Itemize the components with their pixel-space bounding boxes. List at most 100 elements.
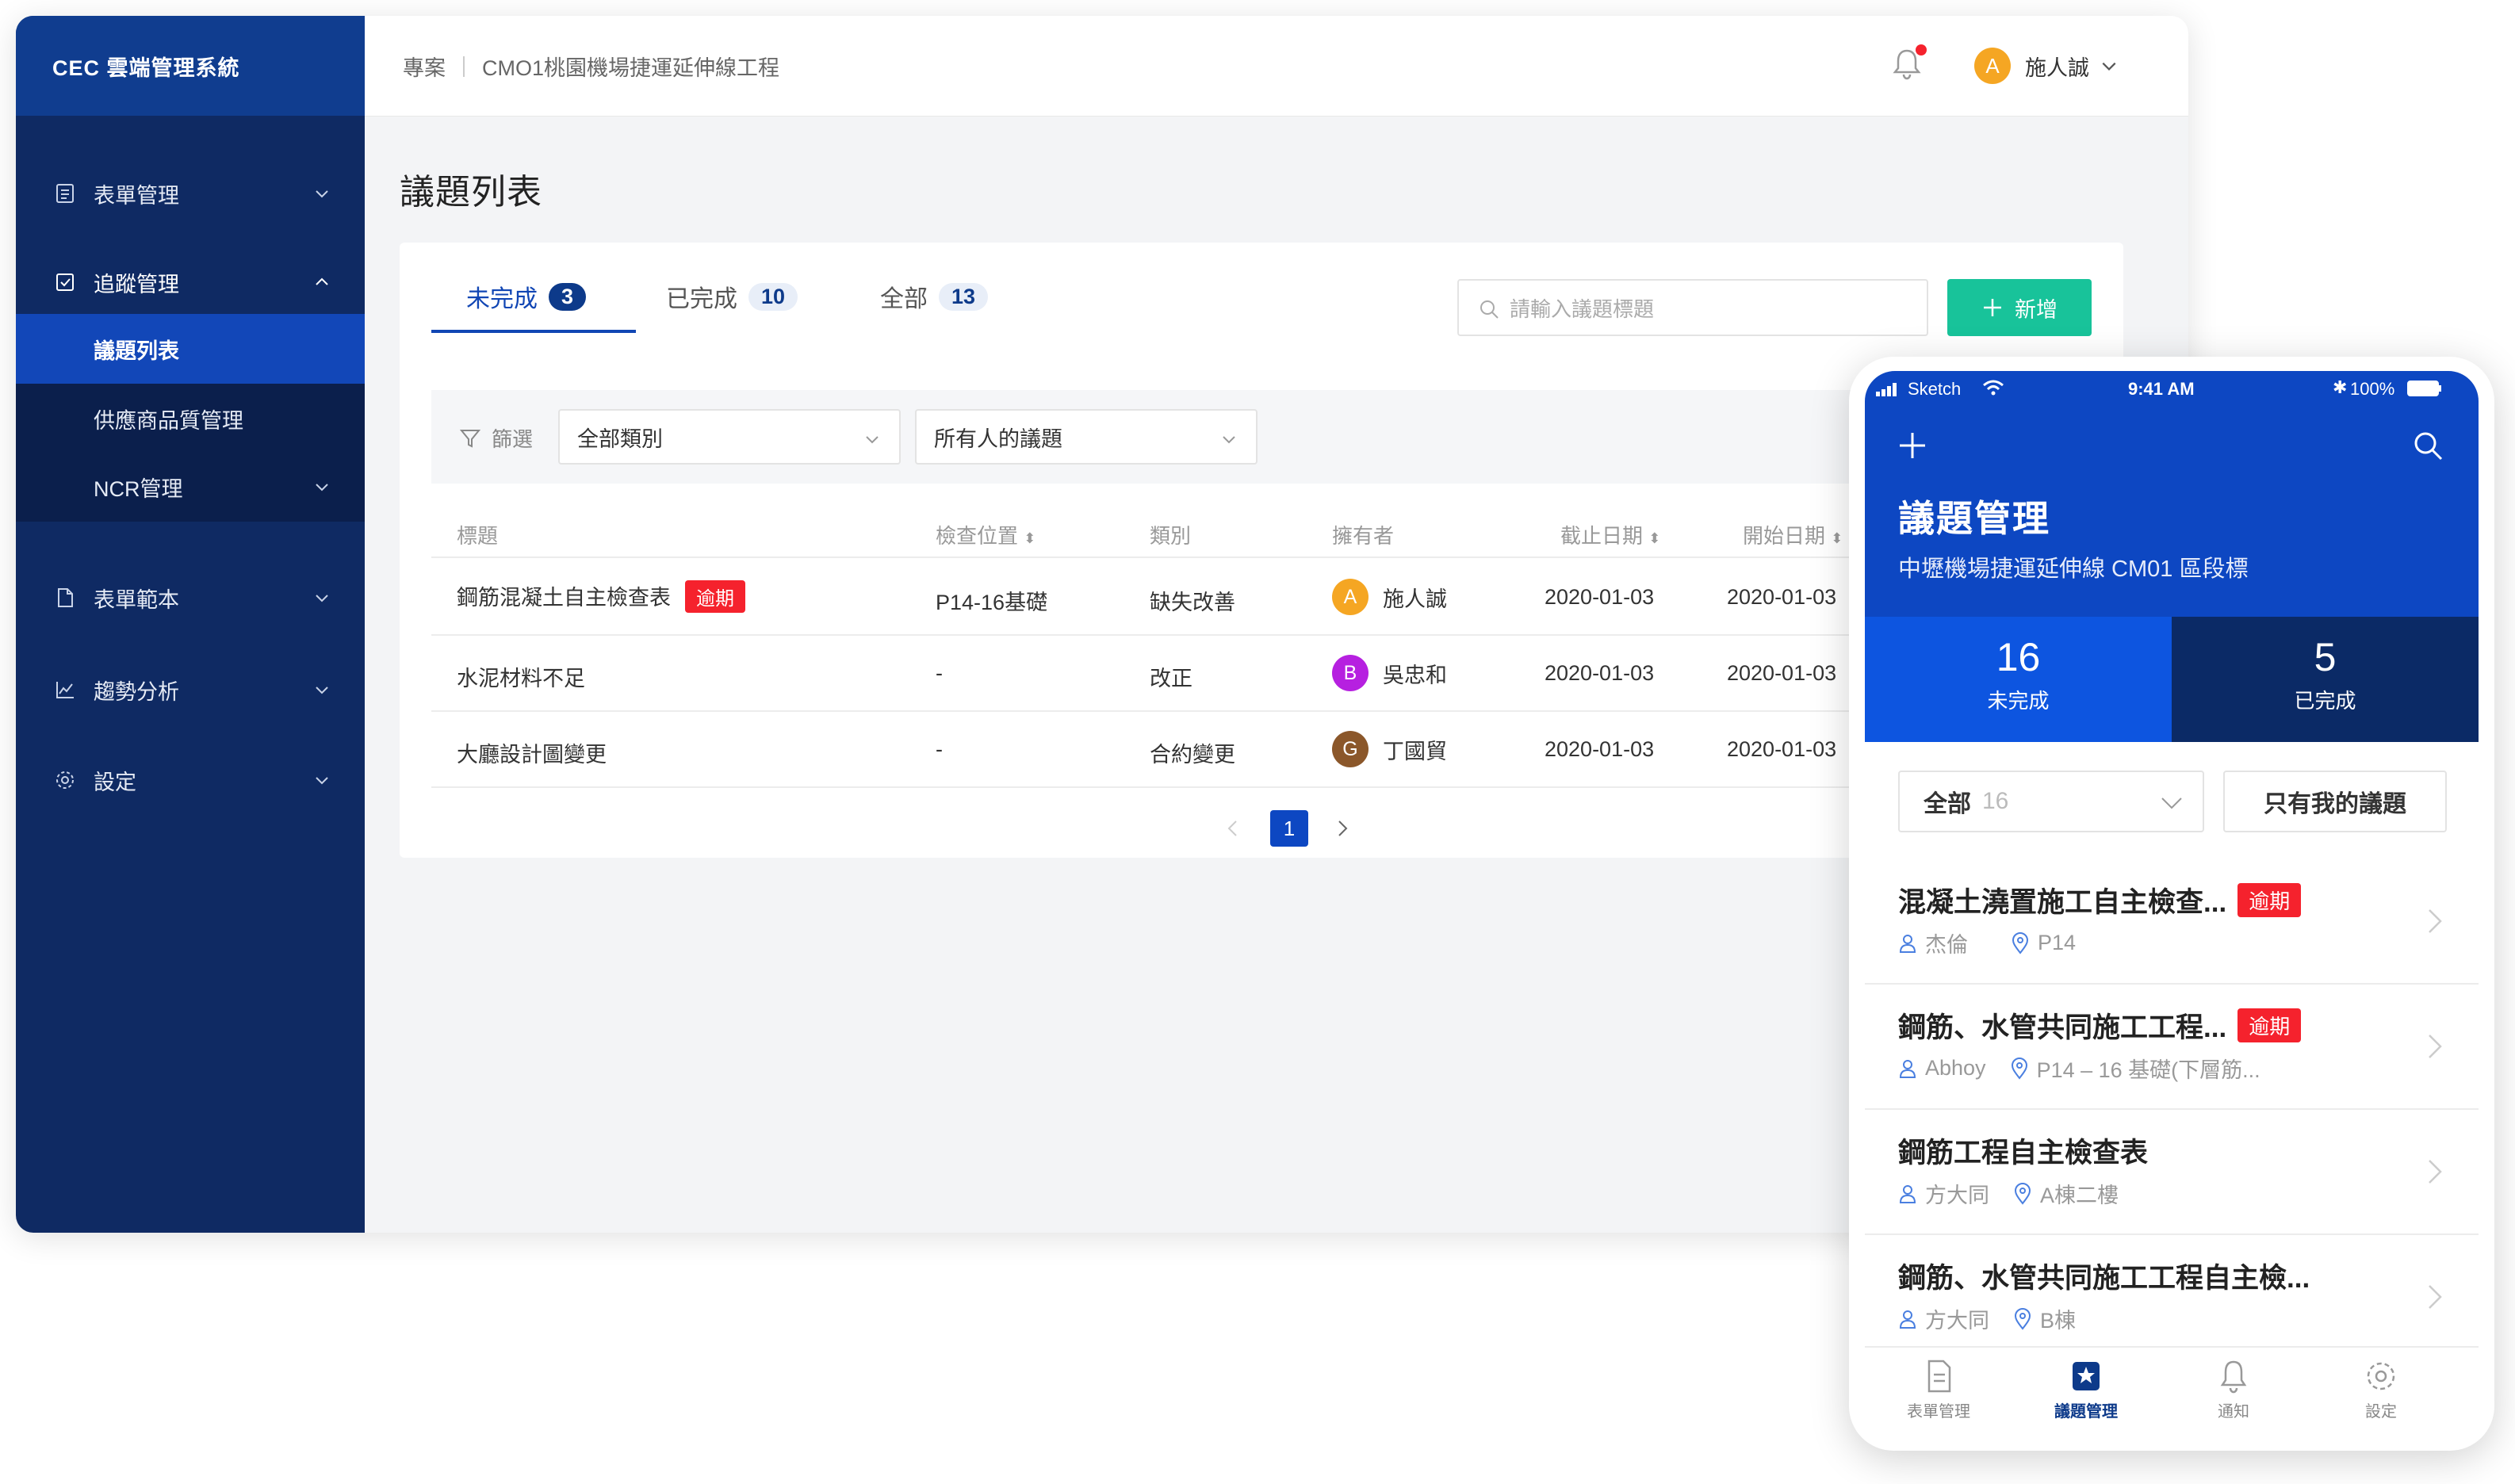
sidebar-item-label: 追蹤管理: [94, 272, 179, 296]
location-pin-icon: [2014, 1182, 2031, 1205]
list-item[interactable]: 混凝土澆置施工自主檢查... 逾期 杰倫 P14: [1865, 859, 2479, 985]
due-date-cell: 2020-01-03: [1545, 661, 1655, 685]
star-badge-icon: [2073, 1362, 2100, 1390]
column-header-location[interactable]: 檢查位置 ⬍: [936, 520, 1035, 549]
list-item-person: 方大同: [1925, 1309, 1989, 1333]
active-tab-indicator: [431, 330, 636, 333]
location-cell: P14-16基礎: [936, 591, 1048, 614]
tabbar-item-settings[interactable]: 設定: [2307, 1359, 2455, 1421]
plus-icon[interactable]: [1897, 430, 1928, 461]
plus-icon: [1984, 299, 2001, 316]
table-row[interactable]: 鋼筋混凝土自主檢查表 逾期 P14-16基礎 缺失改善 A 施人誠 2020-01-…: [431, 560, 2092, 636]
chevron-down-icon: [316, 595, 328, 602]
list-item[interactable]: 鋼筋工程自主檢查表 方大同 A棟二樓: [1865, 1110, 2479, 1235]
filter-label: 篩選: [458, 423, 533, 453]
sidebar-item-trends[interactable]: 趨勢分析: [16, 655, 365, 725]
stat-number: 5: [2314, 635, 2337, 679]
sidebar-item-label: 設定: [94, 770, 136, 794]
chevron-down-icon: [1223, 436, 1235, 444]
location-cell: -: [936, 737, 943, 761]
list-item-person: 方大同: [1925, 1184, 1989, 1207]
filter-label-text: 篩選: [492, 427, 534, 451]
category-select[interactable]: 全部類別: [558, 409, 901, 465]
chevron-right-icon: [2429, 1035, 2442, 1058]
tab-label: 全部: [880, 286, 928, 312]
column-header-category: 類別: [1150, 524, 1192, 548]
list-item-title: 混凝土澆置施工自主檢查... 逾期: [1898, 880, 2302, 920]
add-button[interactable]: 新增: [1947, 279, 2092, 336]
tabbar-item-notifications[interactable]: 通知: [2160, 1359, 2307, 1421]
user-name: 施人誠: [2025, 55, 2089, 80]
search-input[interactable]: 請輸入議題標題: [1457, 279, 1928, 336]
stat-label: 已完成: [2294, 689, 2356, 713]
sidebar-item-label: 趨勢分析: [94, 679, 179, 704]
table-row[interactable]: 大廳設計圖變更 - 合約變更 G 丁國貿 2020-01-03 2020-01-0…: [431, 712, 2092, 788]
list-item-meta: 方大同 B棟: [1898, 1303, 2076, 1334]
sidebar: CEC 雲端管理系統 表單管理 追蹤管理 議題列表 供應商品質管理 NCR管理 …: [16, 16, 365, 1233]
sidebar-subitem-ncr[interactable]: NCR管理: [16, 452, 365, 522]
user-menu[interactable]: A 施人誠: [1974, 48, 2118, 84]
sidebar-subitem-supplier-quality[interactable]: 供應商品質管理: [16, 384, 365, 453]
prev-page-icon[interactable]: [1223, 818, 1243, 839]
breadcrumb-project-link[interactable]: 專案: [403, 51, 446, 82]
page-button-current[interactable]: 1: [1270, 810, 1308, 847]
owner-cell: G 丁國貿: [1332, 731, 1447, 767]
user-icon: [1899, 1184, 1916, 1203]
tabbar-label: 議題管理: [2054, 1403, 2118, 1421]
owner-select-value: 所有人的議題: [934, 426, 1062, 451]
list-item[interactable]: 鋼筋、水管共同施工工程自主檢... 方大同 B棟: [1865, 1235, 2479, 1360]
column-header-title: 標題: [457, 524, 499, 548]
chevron-down-icon: [2161, 797, 2182, 809]
tab-label: 未完成: [466, 286, 538, 312]
list-item[interactable]: 鋼筋、水管共同施工工程... 逾期 Abhoy P14 – 16 基礎(下層筋..…: [1865, 985, 2479, 1110]
due-date-cell: 2020-01-03: [1545, 737, 1655, 761]
sidebar-subitem-issue-list[interactable]: 議題列表: [16, 314, 365, 384]
sort-icon: ⬍: [1024, 530, 1036, 546]
sidebar-item-settings[interactable]: 設定: [16, 745, 365, 815]
issue-title-cell: 鋼筋混凝土自主檢查表 逾期: [457, 580, 745, 613]
column-header-due-date[interactable]: 截止日期 ⬍: [1560, 520, 1660, 549]
sidebar-item-templates[interactable]: 表單範本: [16, 563, 365, 633]
checkbox-icon: [56, 273, 74, 291]
next-page-icon[interactable]: [1332, 818, 1353, 839]
tabbar-item-forms[interactable]: 表單管理: [1865, 1359, 2012, 1421]
tab-completed[interactable]: 已完成 10: [666, 279, 798, 314]
chevron-down-icon: [316, 687, 328, 694]
filter-icon: [459, 429, 481, 448]
owner-cell: B 吳忠和: [1332, 655, 1447, 691]
signal-icon: [1876, 383, 1897, 396]
category-cell: 合約變更: [1150, 743, 1235, 767]
mobile-page-subtitle: 中壢機場捷運延伸線 CM01 區段標: [1898, 556, 2249, 582]
sort-icon: ⬍: [1831, 530, 1843, 546]
status-bar: Sketch 9:41 AM ✱ 100%: [1865, 371, 2479, 406]
owner-select[interactable]: 所有人的議題: [915, 409, 1258, 465]
only-mine-button[interactable]: 只有我的議題: [2223, 771, 2447, 832]
search-icon[interactable]: [2412, 430, 2444, 461]
tabbar-label: 通知: [2218, 1403, 2249, 1421]
category-select-value: 全部類別: [577, 426, 663, 451]
gear-icon: [2367, 1362, 2395, 1390]
column-header-start-date[interactable]: 開始日期 ⬍: [1743, 520, 1843, 549]
table-row[interactable]: 水泥材料不足 - 改正 B 吳忠和 2020-01-03 2020-01-03: [431, 636, 2092, 712]
breadcrumb-current: CMO1桃園機場捷運延伸線工程: [482, 56, 780, 80]
file-icon: [58, 588, 73, 607]
mobile-filter-select[interactable]: 全部 16: [1898, 771, 2204, 832]
sidebar-item-forms[interactable]: 表單管理: [16, 159, 365, 228]
sort-icon: ⬍: [1648, 530, 1661, 546]
gear-icon: [56, 771, 74, 789]
tabbar-item-issues[interactable]: 議題管理: [2012, 1359, 2160, 1421]
stat-incomplete[interactable]: 16 未完成: [1865, 617, 2172, 742]
list-item-person: 杰倫: [1925, 933, 1968, 957]
location-pin-icon: [2012, 931, 2029, 954]
location-pin-icon: [2011, 1057, 2027, 1080]
wifi-icon: [1983, 380, 2004, 396]
issue-title-cell: 大廳設計圖變更: [457, 743, 607, 767]
battery-icon: [2407, 381, 2441, 396]
stat-completed[interactable]: 5 已完成: [2172, 617, 2479, 742]
table-header: 標題 檢查位置 ⬍ 類別 擁有者 截止日期 ⬍ 開始日期 ⬍: [431, 511, 2092, 558]
tab-incomplete[interactable]: 未完成 3: [466, 279, 587, 314]
tabbar-label: 設定: [2365, 1403, 2397, 1421]
sidebar-item-tracking[interactable]: 追蹤管理: [16, 247, 365, 317]
notification-dot: [1916, 44, 1927, 55]
tab-all[interactable]: 全部 13: [880, 279, 989, 314]
